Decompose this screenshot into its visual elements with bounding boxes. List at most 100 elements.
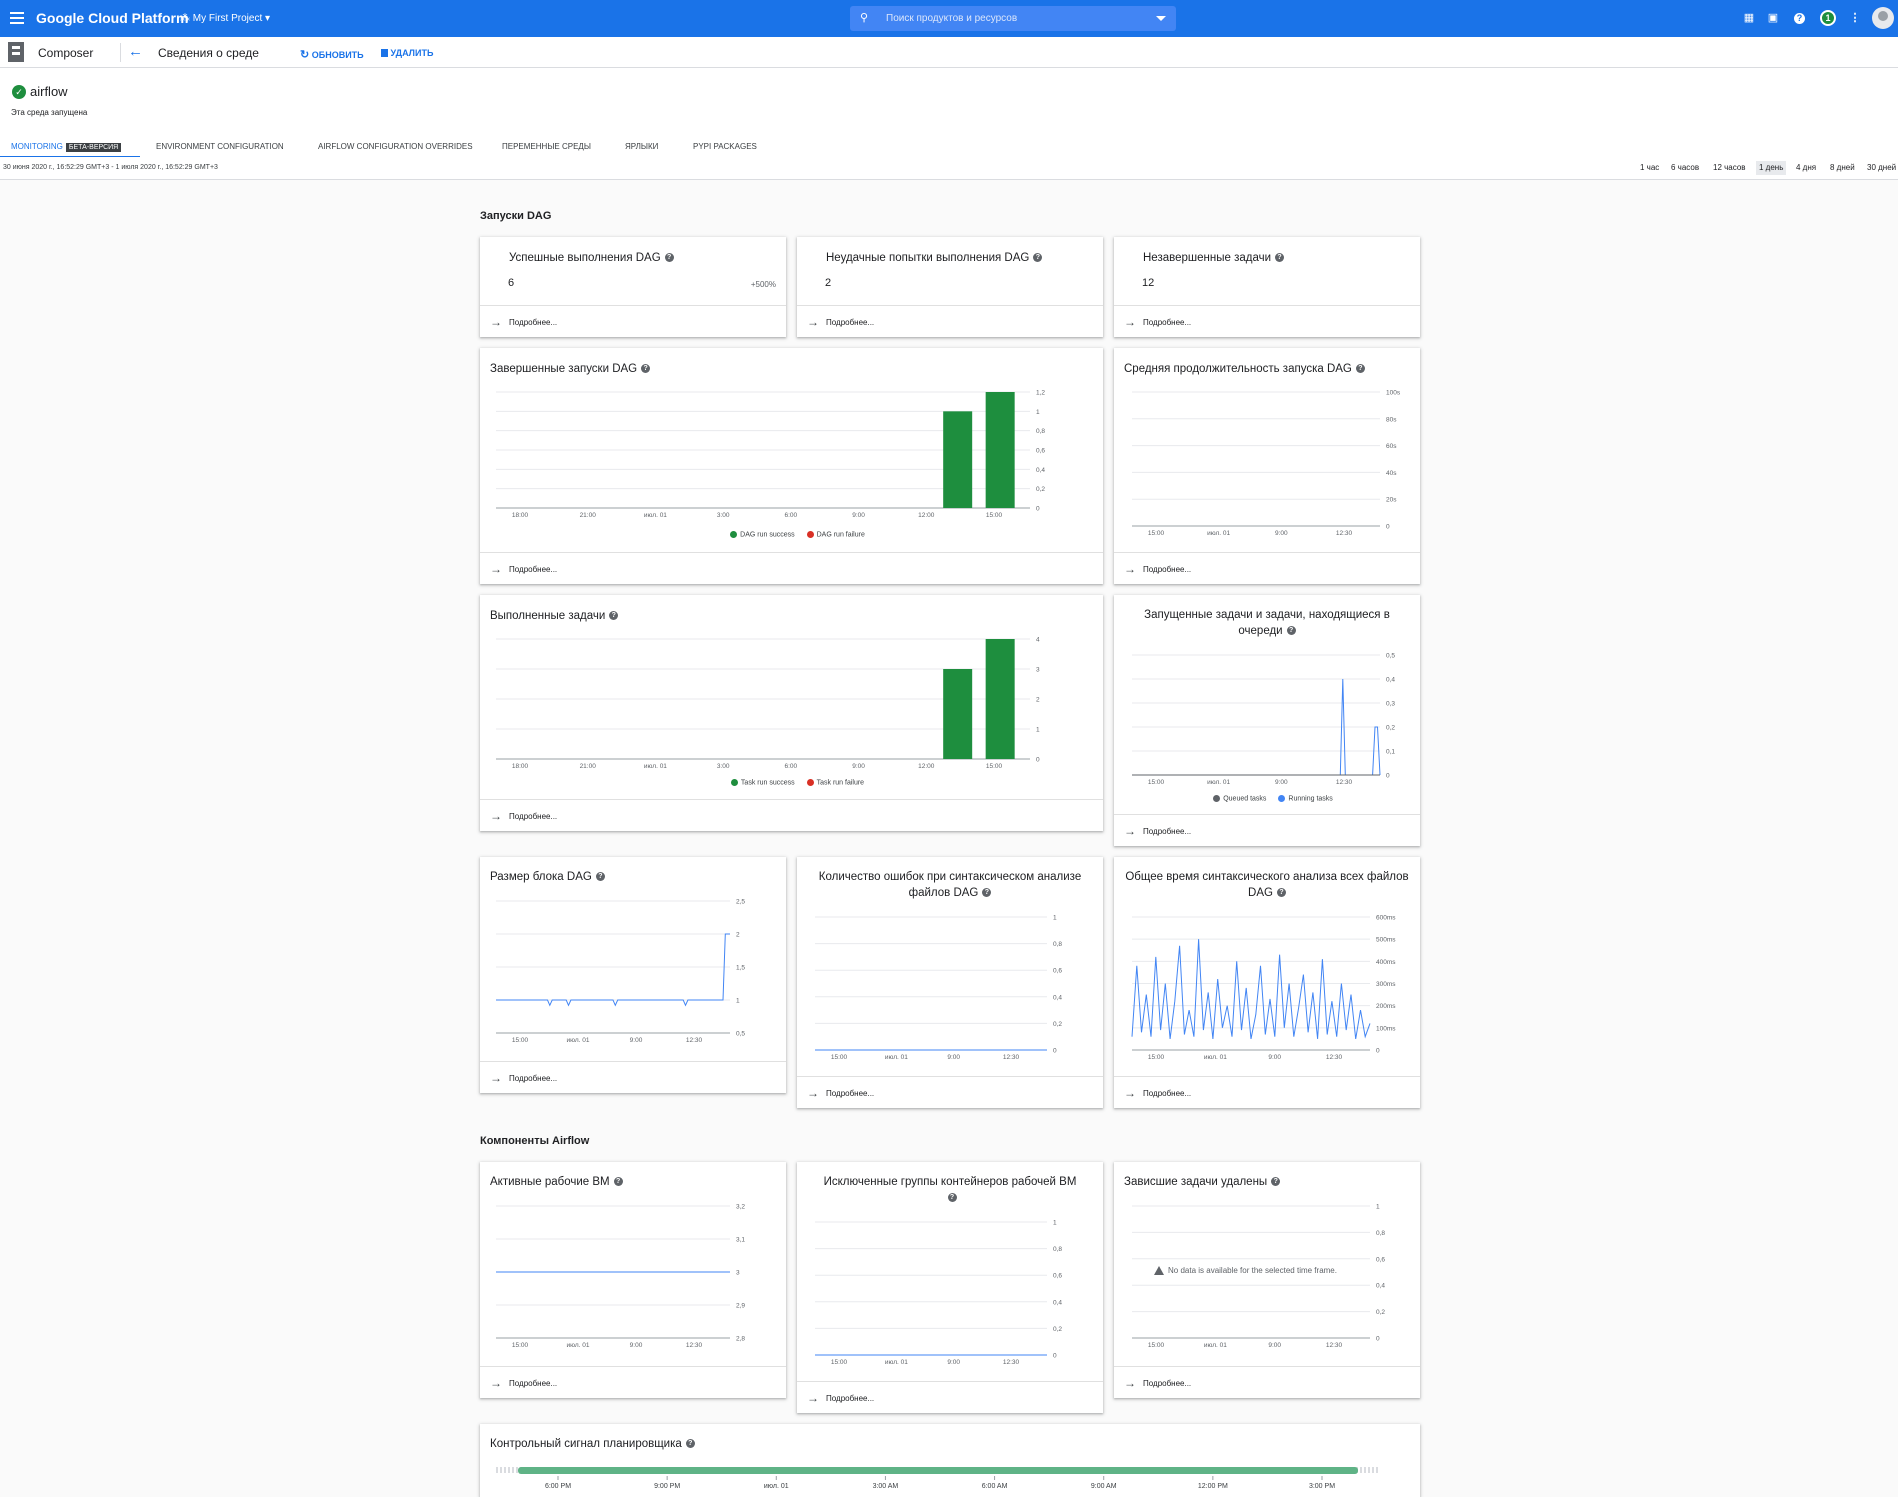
card-parse-time: Общее время синтаксического анализа всех…: [1114, 857, 1420, 1108]
tab-environment-variables[interactable]: ПЕРЕМЕННЫЕ СРЕДЫ: [502, 142, 591, 151]
y-tick-label: 1: [1036, 727, 1040, 734]
tab-environment-configuration[interactable]: ENVIRONMENT CONFIGURATION: [156, 142, 284, 151]
no-data-message: No data is available for the selected ti…: [1154, 1266, 1337, 1276]
project-selector[interactable]: ⁂ My First Project ▾: [180, 13, 270, 24]
chart-legend: Queued tasks Running tasks: [1114, 795, 1420, 802]
card-footer[interactable]: → Подробнее...: [1114, 1076, 1420, 1108]
x-tick-label: 12:00: [918, 512, 935, 519]
x-tick-label: 12:00 PM: [1198, 1483, 1228, 1490]
back-arrow-icon[interactable]: ←: [128, 43, 143, 60]
tab-pypi-packages[interactable]: PYPI PACKAGES: [693, 142, 757, 151]
card-footer[interactable]: → Подробнее...: [480, 1061, 786, 1093]
search-dropdown-icon[interactable]: [1156, 16, 1166, 21]
warning-icon: [1154, 1266, 1164, 1276]
card-footer[interactable]: → Подробнее...: [1114, 305, 1420, 337]
y-tick-label: 3: [1036, 667, 1040, 674]
more-link[interactable]: Подробнее...: [1143, 827, 1191, 836]
more-link[interactable]: Подробнее...: [826, 1394, 874, 1403]
y-tick-label: 0,2: [1376, 1309, 1385, 1316]
range-12h[interactable]: 12 часов: [1710, 161, 1749, 175]
arrow-forward-icon: →: [490, 562, 502, 576]
x-tick-label: 9:00: [630, 1342, 643, 1349]
help-icon[interactable]: ?: [1033, 253, 1043, 263]
card-footer[interactable]: → Подробнее...: [480, 305, 786, 337]
y-tick-label: 0,2: [1053, 1021, 1062, 1028]
range-30d[interactable]: 30 дней: [1864, 161, 1898, 175]
avatar[interactable]: [1872, 7, 1894, 29]
x-tick-label: 15:00: [1148, 530, 1165, 537]
cloud-shell-icon[interactable]: ▣: [1766, 11, 1780, 25]
help-icon[interactable]: ?: [664, 253, 674, 263]
section-title: Запуски DAG: [480, 210, 552, 222]
more-vert-icon[interactable]: ⋮: [1848, 11, 1862, 25]
more-link[interactable]: Подробнее...: [1143, 565, 1191, 574]
product-name[interactable]: Composer: [38, 46, 93, 60]
x-tick-label: 9:00: [947, 1359, 960, 1366]
x-tick-label: 12:30: [686, 1342, 703, 1349]
arrow-forward-icon: →: [1124, 1086, 1136, 1100]
delete-button[interactable]: УДАЛИТЬ: [381, 48, 433, 58]
card-footer[interactable]: → Подробнее...: [1114, 1366, 1420, 1398]
more-link[interactable]: Подробнее...: [509, 812, 557, 821]
arrow-forward-icon: →: [490, 1376, 502, 1390]
arrow-forward-icon: →: [490, 809, 502, 823]
more-link[interactable]: Подробнее...: [509, 1074, 557, 1083]
range-1d[interactable]: 1 день: [1756, 161, 1787, 175]
notifications-badge[interactable]: 1: [1820, 10, 1836, 26]
range-4d[interactable]: 4 дня: [1793, 161, 1819, 175]
more-link[interactable]: Подробнее...: [826, 318, 874, 327]
more-link[interactable]: Подробнее...: [509, 318, 557, 327]
card-title-text: Успешные выполнения DAG: [509, 252, 661, 264]
y-tick-label: 0,5: [1386, 653, 1395, 660]
more-link[interactable]: Подробнее...: [1143, 1379, 1191, 1388]
y-tick-label: 0,2: [1036, 486, 1045, 493]
project-name: My First Project: [192, 13, 263, 24]
range-8d[interactable]: 8 дней: [1827, 161, 1858, 175]
card-footer[interactable]: → Подробнее...: [480, 799, 1103, 831]
y-tick-label: 0,4: [1036, 467, 1045, 474]
card-footer[interactable]: → Подробнее...: [1114, 552, 1420, 584]
help-icon[interactable]: ?: [1275, 253, 1285, 263]
card-footer[interactable]: → Подробнее...: [797, 1076, 1103, 1108]
y-tick-label: 100ms: [1376, 1025, 1396, 1032]
card-footer[interactable]: → Подробнее...: [480, 552, 1103, 584]
menu-icon[interactable]: [10, 12, 24, 24]
x-tick-label: июл. 01: [1207, 530, 1230, 537]
more-link[interactable]: Подробнее...: [509, 1379, 557, 1388]
legend-label: Running tasks: [1288, 795, 1333, 803]
more-link[interactable]: Подробнее...: [1143, 318, 1191, 327]
y-tick-label: 0,8: [1036, 428, 1045, 435]
x-tick-label: 15:00: [1148, 779, 1165, 786]
x-tick-label: 12:00: [918, 763, 935, 770]
tab-labels[interactable]: ЯРЛЫКИ: [625, 142, 658, 151]
tab-monitoring[interactable]: MONITORING БЕТА-ВЕРСИЯ: [11, 142, 122, 152]
card-successful-runs: Успешные выполнения DAG? 6 +500% → Подроб…: [480, 237, 786, 337]
chart-area: 0 0,1 0,2 0,3 0,4 0,5 15:00 июл. 01 9:00 12:30: [1114, 595, 1420, 795]
range-1h[interactable]: 1 час: [1637, 161, 1662, 175]
tab-airflow-configuration-overrides[interactable]: AIRFLOW CONFIGURATION OVERRIDES: [318, 142, 473, 151]
card-footer[interactable]: → Подробнее...: [480, 1366, 786, 1398]
more-link[interactable]: Подробнее...: [509, 565, 557, 574]
card-title: Успешные выполнения DAG?: [480, 250, 786, 266]
search-input[interactable]: ⚲ Поиск продуктов и ресурсов: [850, 6, 1176, 31]
card-footer[interactable]: → Подробнее...: [797, 1381, 1103, 1413]
trash-icon: [381, 49, 388, 57]
help-icon[interactable]: ?: [1794, 13, 1805, 24]
legend-label: DAG run failure: [816, 531, 865, 539]
card-footer[interactable]: → Подробнее...: [1114, 814, 1420, 846]
card-footer[interactable]: → Подробнее...: [797, 305, 1103, 337]
more-link[interactable]: Подробнее...: [826, 1089, 874, 1098]
y-tick-label: 600ms: [1376, 915, 1396, 922]
brand-name[interactable]: Google Cloud Platform: [36, 10, 188, 26]
top-bar: Google Cloud Platform ⁂ My First Project…: [0, 0, 1898, 37]
y-tick-label: 0,4: [1386, 677, 1395, 684]
heartbeat-area: [518, 1467, 1358, 1474]
gift-icon[interactable]: ▦: [1742, 11, 1756, 25]
more-link[interactable]: Подробнее...: [1143, 1089, 1191, 1098]
refresh-label: ОБНОВИТЬ: [311, 50, 364, 60]
heartbeat-chart: 6:00 PM 9:00 PM июл. 01 3:00 AM 6:00 AM 9:00 …: [496, 1467, 1380, 1490]
refresh-button[interactable]: ↻ ОБНОВИТЬ: [300, 48, 364, 61]
range-6h[interactable]: 6 часов: [1668, 161, 1702, 175]
y-tick-label: 1: [1036, 409, 1040, 416]
x-tick-label: 6:00 AM: [982, 1483, 1008, 1490]
